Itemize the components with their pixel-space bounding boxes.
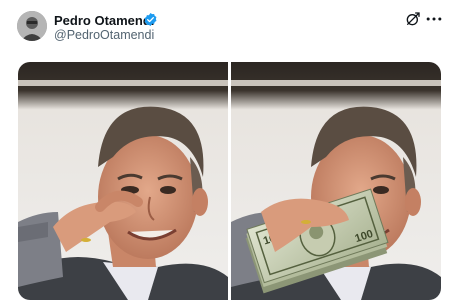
verified-badge-icon: [144, 12, 157, 27]
media-grid: 100 100: [18, 62, 441, 300]
avatar-image: [17, 11, 47, 41]
man-with-hand-at-forehead-photo: [18, 62, 228, 300]
author-avatar[interactable]: [17, 11, 47, 41]
man-holding-cash-stack-photo: 100 100: [231, 62, 441, 300]
more-options-icon[interactable]: [424, 11, 444, 27]
author-name[interactable]: Pedro Otamendi: [54, 13, 154, 28]
photo-right[interactable]: 100 100: [231, 62, 441, 300]
author-handle[interactable]: @PedroOtamendi: [54, 28, 154, 42]
post-header: Pedro Otamendi @PedroOtamendi: [0, 0, 453, 56]
photo-left[interactable]: [18, 62, 228, 300]
grok-icon[interactable]: [405, 11, 421, 27]
